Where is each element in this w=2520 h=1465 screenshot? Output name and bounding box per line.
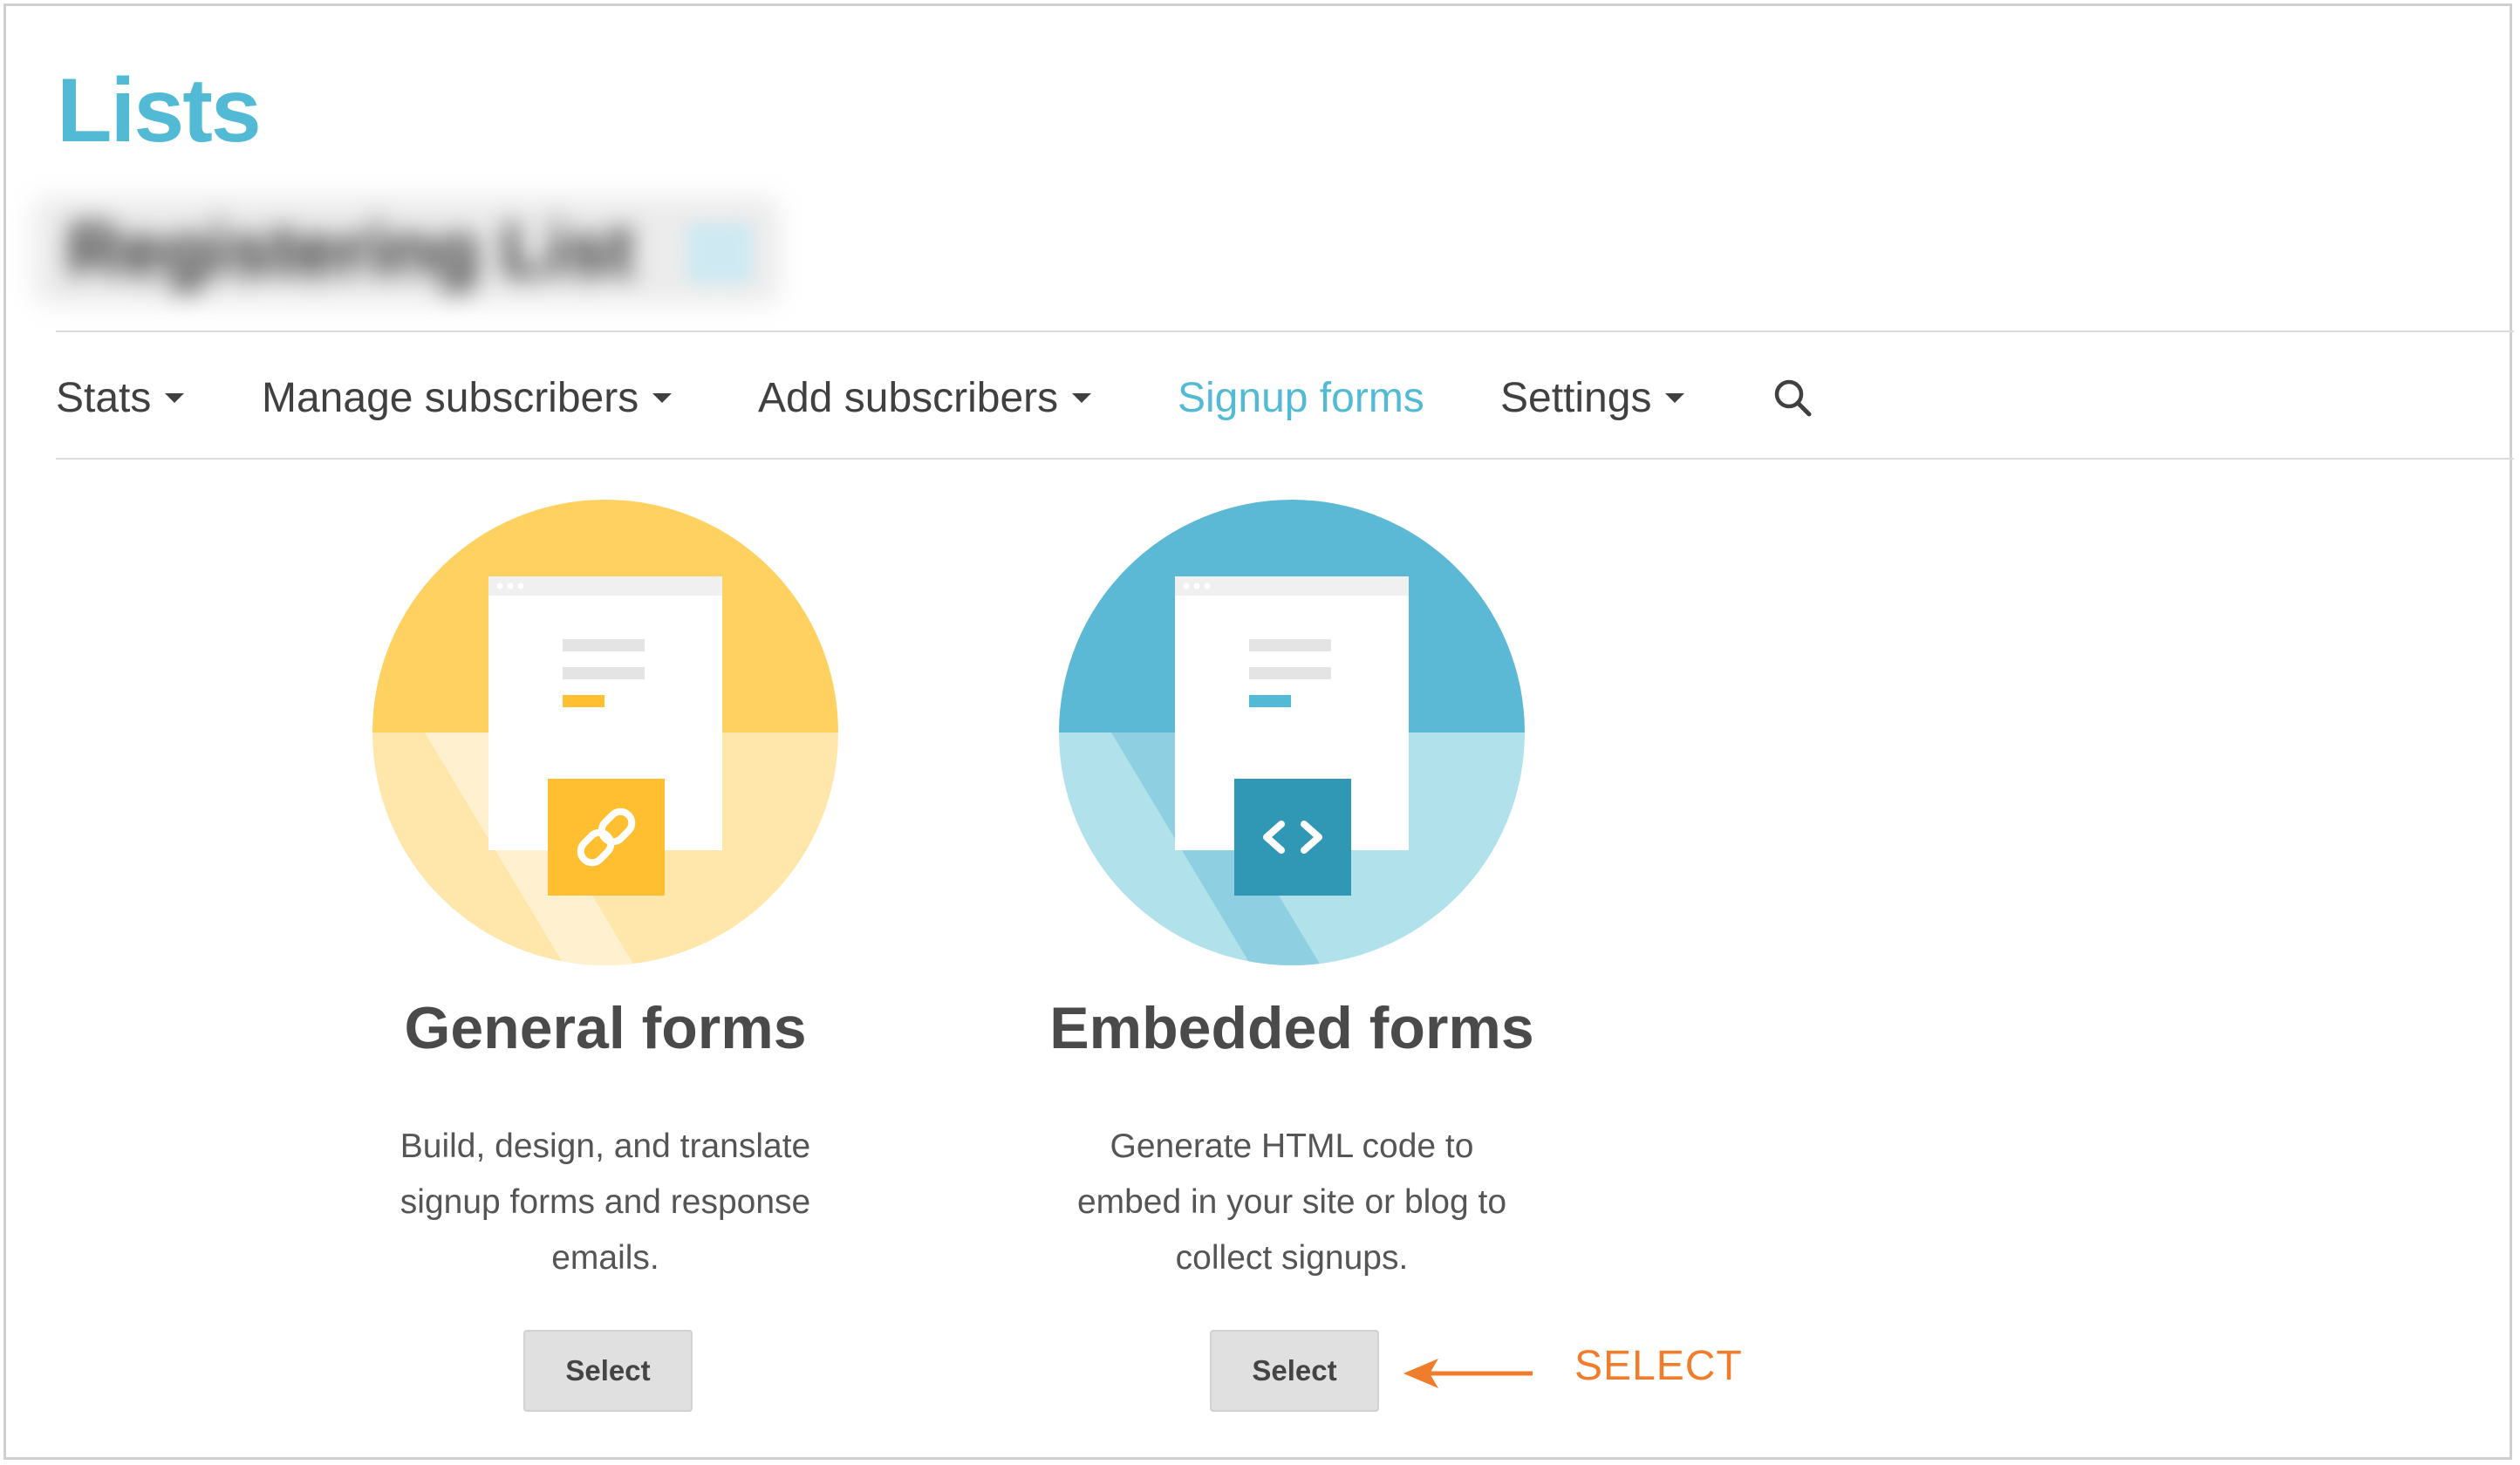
nav-item-manage-subscribers[interactable]: Manage subscribers — [262, 364, 673, 433]
list-name-blurred: Registering List — [32, 196, 781, 304]
nav-item-stats[interactable]: Stats — [56, 364, 185, 433]
select-embedded-forms-button[interactable]: Select — [1210, 1330, 1379, 1412]
nav-item-label: Manage subscribers — [262, 375, 639, 421]
embedded-forms-illustration — [1059, 500, 1525, 965]
caret-down-icon — [1072, 392, 1092, 403]
nav-divider-bottom — [56, 458, 2514, 460]
annotation-label: SELECT — [1574, 1343, 1743, 1389]
nav-item-add-subscribers[interactable]: Add subscribers — [758, 364, 1092, 433]
nav-item-settings[interactable]: Settings — [1500, 364, 1685, 433]
nav-item-label: Add subscribers — [758, 375, 1059, 421]
card-description: Generate HTML code to embed in your site… — [1076, 1128, 1507, 1277]
nav-item-label: Stats — [56, 375, 152, 421]
general-forms-illustration — [372, 500, 838, 965]
card-description: Build, design, and translate signup form… — [400, 1128, 811, 1277]
page-title: Lists — [57, 60, 262, 161]
annotation-arrow-icon — [1403, 1359, 1533, 1388]
nav-divider-top — [56, 330, 2514, 332]
app-frame: Lists Registering List Stats Manage subs… — [3, 3, 2514, 1460]
caret-down-icon — [1665, 392, 1685, 403]
search-icon[interactable] — [1771, 376, 1814, 419]
caret-down-icon — [652, 392, 673, 403]
caret-down-icon — [165, 392, 185, 403]
select-general-forms-button[interactable]: Select — [523, 1330, 693, 1412]
nav-item-signup-forms[interactable]: Signup forms — [1178, 364, 1424, 433]
nav-item-label: Settings — [1500, 375, 1652, 421]
list-name-badge — [686, 222, 753, 283]
card-title: General forms — [404, 995, 807, 1061]
card-title: Embedded forms — [1049, 995, 1534, 1061]
nav-item-label: Signup forms — [1178, 375, 1424, 421]
